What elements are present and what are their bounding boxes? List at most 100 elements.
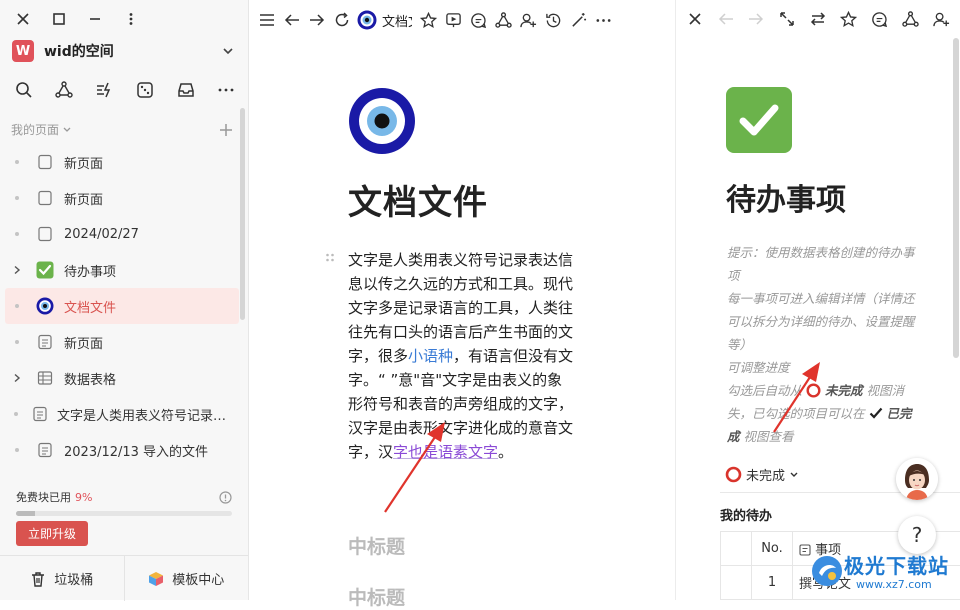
page-title[interactable]: 文档文件 <box>348 175 488 224</box>
add-page-icon[interactable] <box>219 123 233 137</box>
quota-label: 免费块已用 <box>16 489 71 505</box>
star-icon[interactable] <box>838 8 860 30</box>
add-user-icon[interactable] <box>517 9 539 31</box>
evil-eye-icon <box>356 9 378 31</box>
star-icon[interactable] <box>417 9 439 31</box>
chevron-right-icon[interactable] <box>11 265 23 275</box>
view-selector[interactable]: 未完成 <box>725 465 799 484</box>
my-pages-header[interactable]: 我的页面 <box>11 121 233 138</box>
sidebar-page-item[interactable]: 文字是人类用表义符号记录表达信息以传之久远的方式和工具 <box>5 396 239 432</box>
check-mark-icon <box>869 406 883 420</box>
highlighted-text[interactable]: 字也是语素文字 <box>393 443 498 461</box>
drag-handle-icon[interactable] <box>325 253 335 267</box>
side-panel-title[interactable]: 待办事项 <box>726 175 846 219</box>
sidebar-page-item[interactable]: 数据表格 <box>5 360 239 396</box>
sidebar-page-item[interactable]: 文档文件 <box>5 288 239 324</box>
chevron-down-icon <box>62 125 72 135</box>
graph-icon[interactable] <box>492 9 514 31</box>
expand-icon[interactable] <box>776 8 798 30</box>
sidebar-page-item[interactable]: 新页面 <box>5 144 239 180</box>
more-horizontal-icon[interactable] <box>592 9 614 31</box>
watermark-url: www.xz7.com <box>856 578 932 591</box>
column-header-no[interactable]: No. <box>752 532 793 566</box>
back-arrow-icon[interactable] <box>715 8 737 30</box>
refresh-icon[interactable] <box>331 9 353 31</box>
document-tab-title[interactable]: 文档文件 <box>382 11 412 30</box>
tip-line-2: 每一事项可进入编辑详情（详情还可以拆分为详细的待办、设置提醒等） <box>727 291 915 352</box>
sidebar-page-label: 新页面 <box>64 189 103 208</box>
magic-wand-icon[interactable] <box>567 9 589 31</box>
blank-page-icon <box>35 188 55 208</box>
table-icon <box>35 368 55 388</box>
minimize-icon[interactable] <box>84 8 106 30</box>
sidebar-page-label: 2024/02/27 <box>64 227 139 242</box>
sidebar-page-item[interactable]: 新页面 <box>5 180 239 216</box>
info-icon[interactable] <box>219 491 232 504</box>
sidebar: W wid的空间 我的页面 新页面新页面2024/02/27待办事项文档文件新页… <box>0 0 249 600</box>
search-icon[interactable] <box>12 78 36 102</box>
more-vertical-icon[interactable] <box>120 8 142 30</box>
forward-arrow-icon[interactable] <box>746 8 768 30</box>
evil-eye-icon <box>35 296 55 316</box>
comment-icon[interactable] <box>869 8 891 30</box>
quota-percent: 9% <box>75 491 92 504</box>
inbox-icon[interactable] <box>174 78 198 102</box>
forward-arrow-icon[interactable] <box>306 9 328 31</box>
tip-text[interactable]: 提示：使用数据表格创建的待办事项 每一事项可进入编辑详情（详情还可以拆分为详细的… <box>727 241 917 448</box>
upgrade-button[interactable]: 立即升级 <box>16 521 88 546</box>
bullet-dot-icon <box>11 303 23 309</box>
table-title[interactable]: 我的待办 <box>720 505 772 524</box>
my-pages-label: 我的页面 <box>11 121 59 138</box>
bullet-dot-icon <box>11 159 23 165</box>
more-horizontal-icon[interactable] <box>214 78 238 102</box>
comment-icon[interactable] <box>467 9 489 31</box>
template-center-button[interactable]: 模板中心 <box>124 556 249 601</box>
sidebar-toolbar <box>12 78 238 102</box>
quick-actions-icon[interactable] <box>93 78 117 102</box>
checkmark-icon[interactable] <box>726 87 792 153</box>
history-icon[interactable] <box>542 9 564 31</box>
trash-button[interactable]: 垃圾桶 <box>0 556 124 601</box>
heading-medium[interactable]: 中标题 <box>348 583 405 610</box>
sidebar-page-item[interactable]: 2023/12/13 导入的文件 <box>5 432 239 468</box>
doc-lines-icon <box>35 440 55 460</box>
sidebar-page-item[interactable]: 2024/02/27 <box>5 216 239 252</box>
chevron-right-icon[interactable] <box>11 373 23 383</box>
table-cell-no[interactable]: 1 <box>752 566 793 600</box>
blank-page-icon <box>35 224 55 244</box>
chevron-down-icon <box>222 45 234 57</box>
menu-icon[interactable] <box>256 9 278 31</box>
add-user-icon[interactable] <box>930 8 952 30</box>
table-cell-spacer <box>721 566 752 600</box>
body-paragraph[interactable]: 文字是人类用表义符号记录表达信息以传之久远的方式和工具。现代文字多是记录语言的工… <box>348 248 574 464</box>
dice-icon[interactable] <box>133 78 157 102</box>
side-panel-toolbar <box>684 8 960 30</box>
sidebar-page-item[interactable]: 待办事项 <box>5 252 239 288</box>
space-avatar: W <box>12 40 34 62</box>
heading-medium[interactable]: 中标题 <box>348 532 405 559</box>
present-icon[interactable] <box>442 9 464 31</box>
assistant-avatar[interactable] <box>896 458 938 500</box>
page-tree: 新页面新页面2024/02/27待办事项文档文件新页面数据表格文字是人类用表义符… <box>5 144 239 468</box>
close-icon[interactable] <box>12 8 34 30</box>
maximize-icon[interactable] <box>48 8 70 30</box>
watermark-logo: 极光下载站 www.xz7.com <box>800 548 960 600</box>
graph-icon[interactable] <box>52 78 76 102</box>
evil-eye-icon[interactable] <box>348 87 416 155</box>
tip-line-4a: 勾选后自动从 <box>727 383 802 398</box>
link-small-languages[interactable]: 小语种 <box>408 347 453 365</box>
sidebar-page-label: 2023/12/13 导入的文件 <box>64 441 208 460</box>
bullet-dot-icon <box>11 231 23 237</box>
tip-status-incomplete: 未完成 <box>825 383 863 398</box>
sidebar-scrollbar[interactable] <box>240 108 245 320</box>
graph-icon[interactable] <box>899 8 921 30</box>
close-icon[interactable] <box>684 8 706 30</box>
swap-icon[interactable] <box>807 8 829 30</box>
template-center-label: 模板中心 <box>172 569 224 588</box>
sidebar-page-item[interactable]: 新页面 <box>5 324 239 360</box>
back-arrow-icon[interactable] <box>281 9 303 31</box>
space-switcher[interactable]: W wid的空间 <box>12 38 234 64</box>
tip-line-3: 可调整进度 <box>727 360 790 375</box>
side-panel-scrollbar[interactable] <box>953 38 959 358</box>
watermark-title: 极光下载站 <box>844 550 949 579</box>
